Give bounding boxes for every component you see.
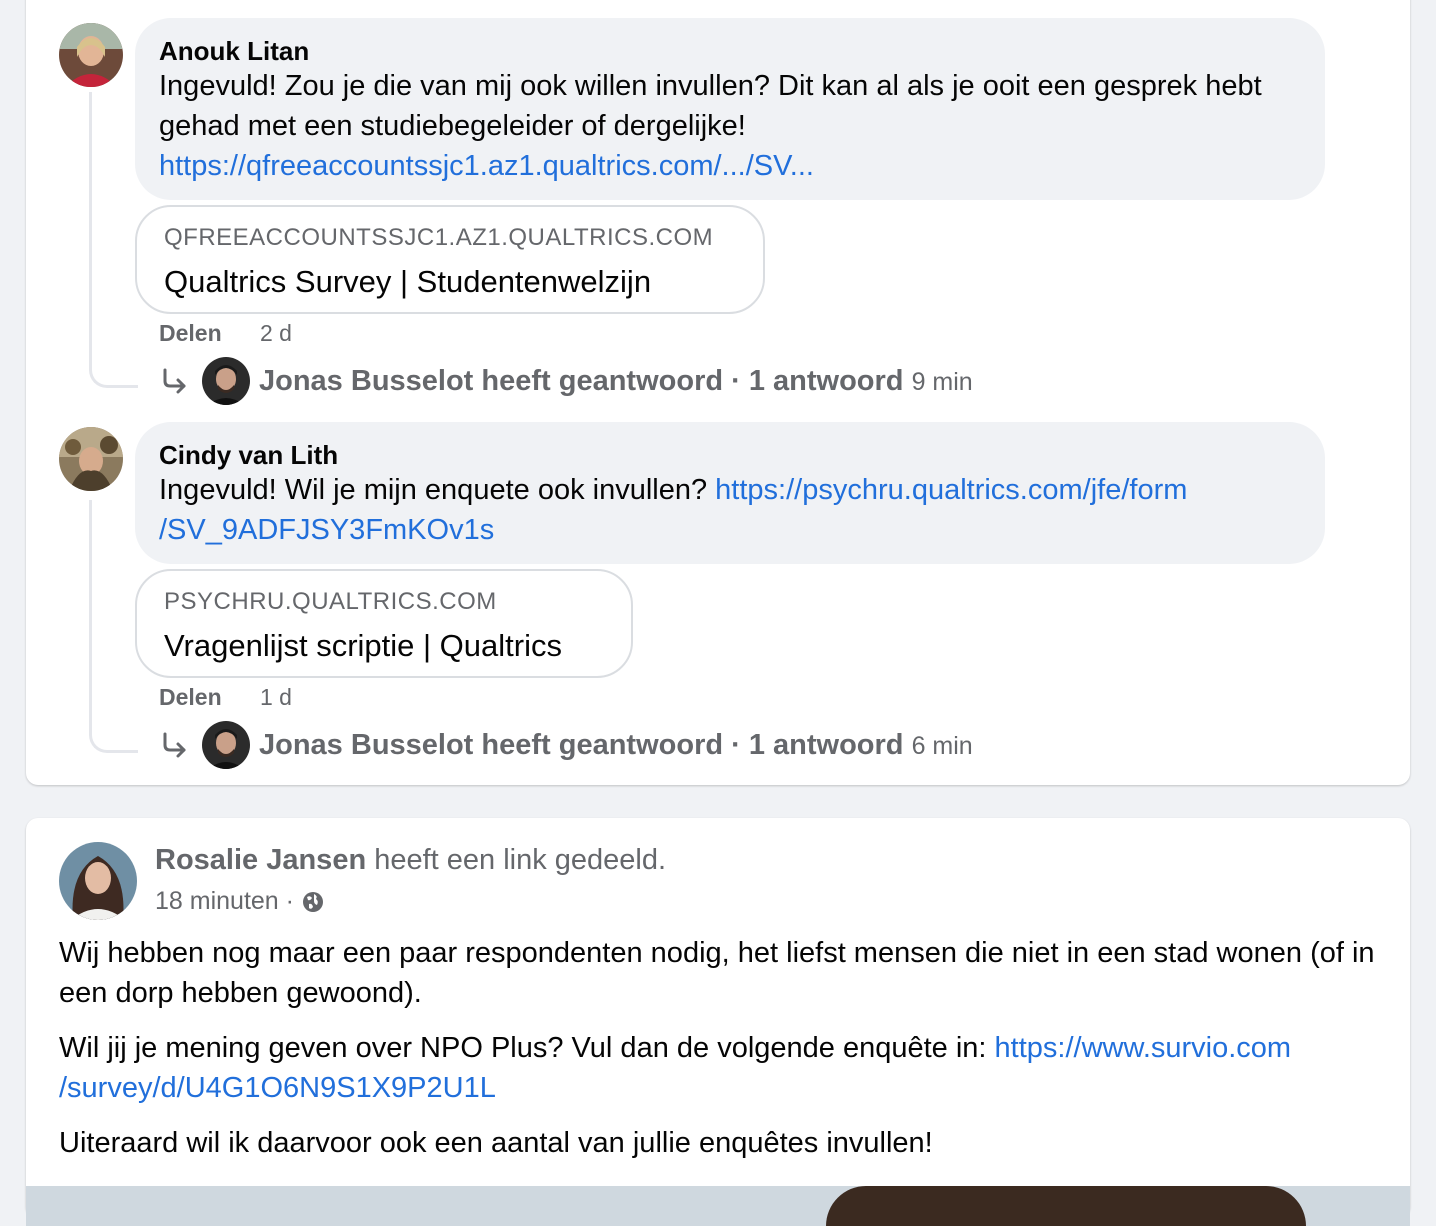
link-preview-domain: PSYCHRU.QUALTRICS.COM bbox=[164, 588, 497, 615]
link-preview-title: Vragenlijst scriptie | Qualtrics bbox=[164, 628, 562, 663]
post-image-content bbox=[826, 1186, 1306, 1226]
avatar-rosalie[interactable] bbox=[59, 842, 137, 920]
comment-bubble: Cindy van Lith Ingevuld! Wil je mijn enq… bbox=[135, 422, 1325, 564]
post-time[interactable]: 18 minuten · bbox=[155, 887, 294, 915]
link-preview[interactable]: PSYCHRU.QUALTRICS.COM Vragenlijst script… bbox=[135, 569, 633, 678]
avatar-anouk[interactable] bbox=[59, 23, 123, 87]
comment-link-part1[interactable]: https://psychru.qualtrics.com/jfe/form bbox=[715, 474, 1187, 506]
post-paragraph-2: Wil jij je mening geven over NPO Plus? V… bbox=[59, 1028, 1389, 1108]
thread-branch bbox=[89, 720, 138, 753]
globe-icon bbox=[302, 892, 323, 912]
post-meta: 18 minuten · bbox=[155, 887, 325, 916]
post-paragraph-1: Wij hebben nog maar een paar respondente… bbox=[59, 937, 1375, 1009]
reply-text[interactable]: Jonas Busselot heeft geantwoord · 1 antw… bbox=[259, 729, 973, 762]
post-author[interactable]: Rosalie Jansen bbox=[155, 844, 366, 876]
comment-link-part2[interactable]: /SV_9ADFJSY3FmKOv1s bbox=[159, 514, 494, 546]
reply-text[interactable]: Jonas Busselot heeft geantwoord · 1 antw… bbox=[259, 365, 973, 398]
avatar-jonas bbox=[202, 357, 250, 405]
share-button[interactable]: Delen bbox=[159, 684, 222, 711]
post-card: Rosalie Jansen heeft een link gedeeld. 1… bbox=[26, 818, 1410, 1226]
reply-time: 6 min bbox=[911, 732, 973, 760]
comment-body: Ingevuld! Wil je mijn enquete ook invull… bbox=[159, 474, 708, 506]
comment-time[interactable]: 1 d bbox=[260, 684, 292, 711]
link-preview[interactable]: QFREEACCOUNTSSJC1.AZ1.QUALTRICS.COM Qual… bbox=[135, 205, 765, 314]
reply-summary-text: Jonas Busselot heeft geantwoord · 1 antw… bbox=[259, 365, 904, 397]
post-header: Rosalie Jansen heeft een link gedeeld. bbox=[155, 844, 666, 877]
link-preview-domain: QFREEACCOUNTSSJC1.AZ1.QUALTRICS.COM bbox=[164, 224, 714, 251]
reply-summary-text: Jonas Busselot heeft geantwoord · 1 antw… bbox=[259, 729, 904, 761]
comment-text: Ingevuld! Zou je die van mij ook willen … bbox=[159, 66, 1275, 186]
post-link-part1[interactable]: https://www.survio.com bbox=[995, 1032, 1292, 1064]
post-link-part2[interactable]: /survey/d/U4G1O6N9S1X9P2U1L bbox=[59, 1072, 496, 1104]
post-paragraph-2-text: Wil jij je mening geven over NPO Plus? V… bbox=[59, 1032, 987, 1064]
avatar-jonas bbox=[202, 721, 250, 769]
comment-author[interactable]: Cindy van Lith bbox=[159, 440, 338, 471]
thread-branch bbox=[89, 355, 138, 388]
avatar-cindy[interactable] bbox=[59, 427, 123, 491]
comment-time[interactable]: 2 d bbox=[260, 320, 292, 347]
comment-link[interactable]: https://qfreeaccountssjc1.az1.qualtrics.… bbox=[159, 150, 814, 182]
comment-bubble: Anouk Litan Ingevuld! Zou je die van mij… bbox=[135, 18, 1325, 200]
reply-summary[interactable]: Jonas Busselot heeft geantwoord · 1 antw… bbox=[160, 357, 1060, 407]
comment-body: Ingevuld! Zou je die van mij ook willen … bbox=[159, 70, 1262, 142]
share-button[interactable]: Delen bbox=[159, 320, 222, 347]
thread-line bbox=[89, 92, 92, 355]
post-image[interactable] bbox=[26, 1186, 1410, 1226]
reply-time: 9 min bbox=[911, 368, 973, 396]
comment-text: Ingevuld! Wil je mijn enquete ook invull… bbox=[159, 470, 1275, 550]
thread-line bbox=[89, 500, 92, 720]
comments-card: Anouk Litan Ingevuld! Zou je die van mij… bbox=[26, 0, 1410, 785]
reply-arrow-icon bbox=[163, 368, 186, 394]
reply-arrow-icon bbox=[163, 732, 186, 758]
post-action: heeft een link gedeeld. bbox=[374, 844, 667, 876]
link-preview-title: Qualtrics Survey | Studentenwelzijn bbox=[164, 264, 652, 299]
reply-summary[interactable]: Jonas Busselot heeft geantwoord · 1 antw… bbox=[160, 721, 1060, 771]
comment-author[interactable]: Anouk Litan bbox=[159, 36, 309, 67]
post-paragraph-3: Uiteraard wil ik daarvoor ook een aantal… bbox=[59, 1127, 933, 1159]
